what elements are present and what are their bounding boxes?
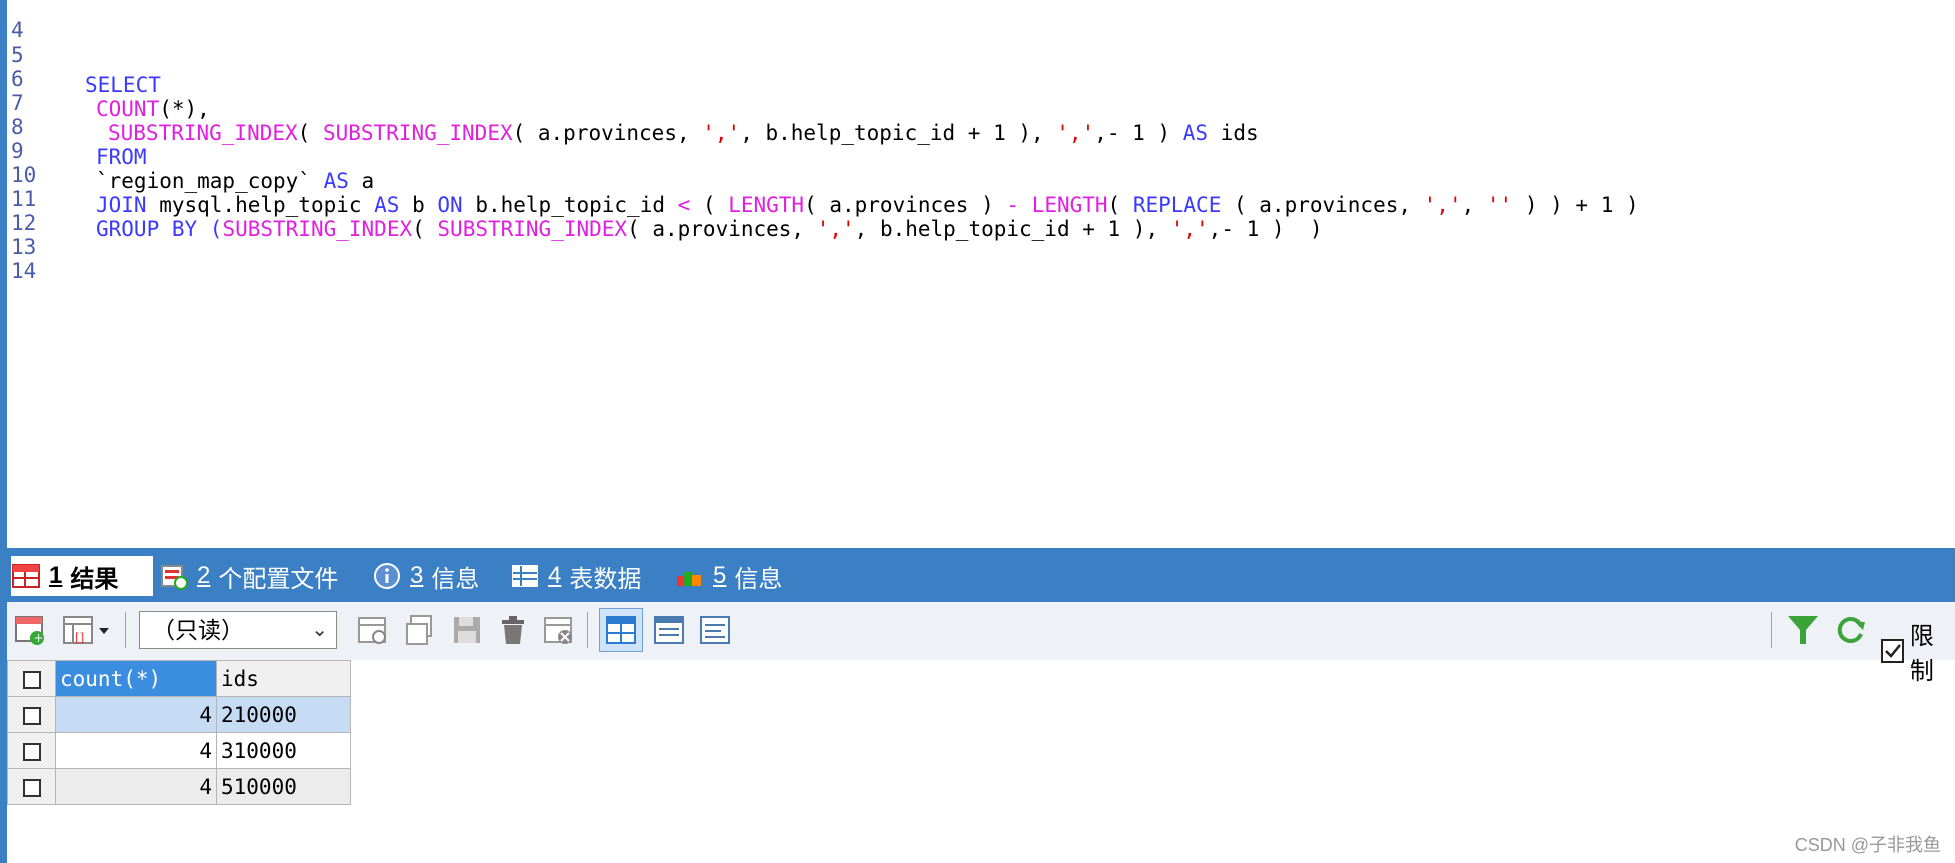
save-icon[interactable] xyxy=(449,612,485,648)
export-grid-icon[interactable]: + xyxy=(13,612,49,648)
fn-substring-index: SUBSTRING_INDEX xyxy=(222,217,413,241)
select-all-checkbox[interactable] xyxy=(22,670,41,689)
string-literal: ',' xyxy=(816,217,855,241)
select-value: （只读） xyxy=(152,617,244,643)
code-text: ,- 1 ) xyxy=(1094,121,1183,145)
code-line-14: 14 xyxy=(7,226,58,283)
table-row[interactable]: 4 210000 xyxy=(7,696,351,733)
string-literal: ',' xyxy=(1056,121,1095,145)
sql-editor[interactable]: 4 5 SELECT 6 COUNT(*), 7 SUBSTRING_INDEX… xyxy=(7,0,1955,548)
cell-ids[interactable]: 510000 xyxy=(216,768,351,805)
cell-ids[interactable]: 210000 xyxy=(216,696,351,733)
tab-label: 信息 xyxy=(734,565,783,593)
tab-label: 结果 xyxy=(70,565,119,593)
watermark: CSDN @子非我鱼 xyxy=(1794,835,1941,855)
result-grid: count(*) ids 4 210000 4 310000 4 510000 xyxy=(7,660,351,805)
row-selector[interactable] xyxy=(7,732,56,769)
text-mode-icon[interactable] xyxy=(697,612,733,648)
toolbar-separator xyxy=(587,612,588,648)
fn-substring-index: SUBSTRING_INDEX xyxy=(437,217,628,241)
table-row[interactable]: 4 310000 xyxy=(7,732,351,769)
string-literal: ',' xyxy=(1423,193,1462,217)
result-grid-icon xyxy=(11,561,41,591)
tab-profiles[interactable]: 2 个配置文件 xyxy=(159,556,338,596)
read-only-mode-select[interactable]: （只读） ⌄ xyxy=(139,611,337,649)
result-toolbar: + [] （只读） ⌄ 限制 xyxy=(7,602,1955,685)
tab-label: 信息 xyxy=(431,565,480,593)
string-literal: '' xyxy=(1486,193,1513,217)
table-row[interactable]: 4 510000 xyxy=(7,768,351,805)
string-literal: ',' xyxy=(702,121,741,145)
history-info-icon xyxy=(675,561,705,591)
tab-number: 1 xyxy=(49,562,63,589)
limit-label: 限制 xyxy=(1909,623,1934,685)
code-text: , xyxy=(1461,193,1487,217)
left-border xyxy=(0,0,7,863)
code-text: ( xyxy=(197,217,223,241)
column-header-count[interactable]: count(*) xyxy=(55,660,217,697)
limit-rows-checkbox[interactable]: 限制 xyxy=(1881,616,1955,686)
tab-result[interactable]: 1 结果 xyxy=(11,556,153,596)
toolbar-separator xyxy=(125,612,126,648)
svg-text:+: + xyxy=(34,631,44,645)
keyword-group-by: GROUP BY xyxy=(96,217,198,241)
delete-icon[interactable] xyxy=(495,612,531,648)
tab-history-info[interactable]: 5 信息 xyxy=(675,556,782,596)
string-literal: ',' xyxy=(1170,217,1209,241)
code-text: , b.help_topic_id + 1 ), xyxy=(740,121,1057,145)
line-number: 14 xyxy=(11,259,37,283)
form-mode-icon[interactable] xyxy=(651,612,687,648)
code-text: ids xyxy=(1208,121,1259,145)
tab-label: 个配置文件 xyxy=(218,565,339,593)
keyword-as: AS xyxy=(1182,121,1209,145)
cell-count[interactable]: 4 xyxy=(55,732,217,769)
fn-substring-index: SUBSTRING_INDEX xyxy=(322,121,513,145)
tab-number: 2 xyxy=(197,562,211,589)
duplicate-row-icon[interactable] xyxy=(403,612,439,648)
code-text: ) ) + 1 ) xyxy=(1512,193,1639,217)
code-text: ,- 1 ) ) xyxy=(1208,217,1323,241)
row-selector[interactable] xyxy=(7,696,56,733)
table-data-icon xyxy=(510,561,540,591)
cell-ids[interactable]: 310000 xyxy=(216,732,351,769)
code-text: ( a.provinces, xyxy=(512,121,703,145)
svg-text:[]: [] xyxy=(75,631,84,645)
cell-count[interactable]: 4 xyxy=(55,768,217,805)
refresh-icon[interactable] xyxy=(1833,612,1869,648)
profile-icon xyxy=(159,561,189,591)
column-header-ids[interactable]: ids xyxy=(216,660,351,697)
grid-view-dropdown-icon[interactable]: [] xyxy=(61,612,115,648)
tab-info[interactable]: 3 信息 xyxy=(372,556,479,596)
chevron-down-icon: ⌄ xyxy=(311,619,328,641)
insert-row-icon[interactable] xyxy=(355,612,391,648)
tab-number: 5 xyxy=(713,562,727,589)
filter-icon[interactable] xyxy=(1785,612,1821,648)
row-checkbox[interactable] xyxy=(22,706,41,725)
code-text: , b.help_topic_id + 1 ), xyxy=(854,217,1171,241)
tab-number: 4 xyxy=(548,562,562,589)
toolbar-separator xyxy=(1771,612,1772,648)
result-tab-bar: 1 结果 2 个配置文件 3 信息 4 表数据 5 信息 xyxy=(7,548,1955,602)
row-checkbox[interactable] xyxy=(22,778,41,797)
tab-label: 表数据 xyxy=(569,565,642,593)
tab-table-data[interactable]: 4 表数据 xyxy=(510,556,641,596)
checkbox-checked-icon xyxy=(1881,639,1904,663)
select-all-cell[interactable] xyxy=(7,660,56,697)
cell-count[interactable]: 4 xyxy=(55,696,217,733)
code-text: ( xyxy=(412,217,438,241)
row-checkbox[interactable] xyxy=(22,742,41,761)
code-text: ( a.provinces, xyxy=(627,217,817,241)
grid-mode-icon[interactable] xyxy=(599,608,643,652)
tab-number: 3 xyxy=(410,562,424,589)
row-selector[interactable] xyxy=(7,768,56,805)
info-icon xyxy=(372,561,402,591)
discard-changes-icon[interactable] xyxy=(541,612,577,648)
code-text: ( xyxy=(297,121,323,145)
